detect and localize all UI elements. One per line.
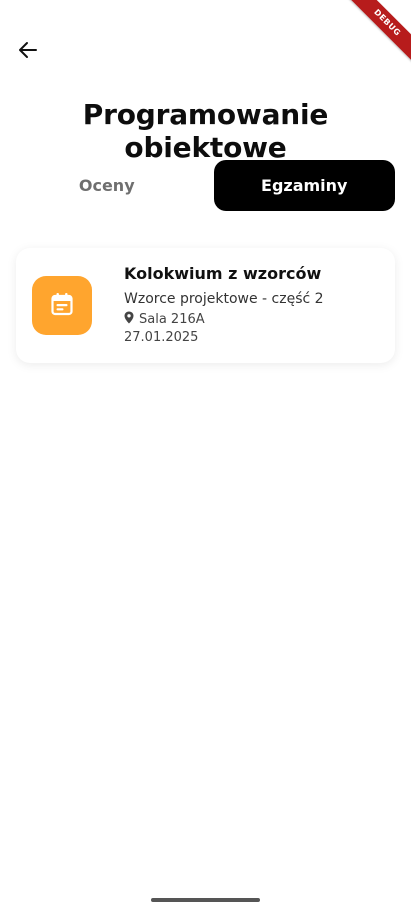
debug-banner: DEBUG — [338, 0, 411, 72]
home-indicator[interactable] — [151, 898, 260, 902]
exam-card[interactable]: Kolokwium z wzorców Wzorce projektowe - … — [16, 248, 395, 363]
location-pin-icon — [124, 311, 134, 328]
arrow-left-icon — [18, 40, 38, 64]
page-title: Programowanie obiektowe — [82, 98, 329, 164]
screen: DEBUG Programowanie obiektowe Oceny Egza… — [0, 0, 411, 913]
back-button[interactable] — [10, 34, 46, 70]
tab-bar: Oceny Egzaminy — [16, 160, 395, 211]
calendar-event-icon — [51, 292, 73, 320]
exam-location: Sala 216A — [124, 311, 205, 328]
exam-title: Kolokwium z wzorców — [124, 264, 322, 283]
exam-location-text: Sala 216A — [139, 312, 205, 327]
exam-icon-container — [32, 276, 92, 335]
tab-oceny[interactable]: Oceny — [16, 160, 198, 211]
exam-subtitle: Wzorce projektowe - część 2 — [124, 291, 324, 307]
exam-date: 27.01.2025 — [124, 330, 199, 345]
tab-egzaminy[interactable]: Egzaminy — [213, 160, 395, 211]
